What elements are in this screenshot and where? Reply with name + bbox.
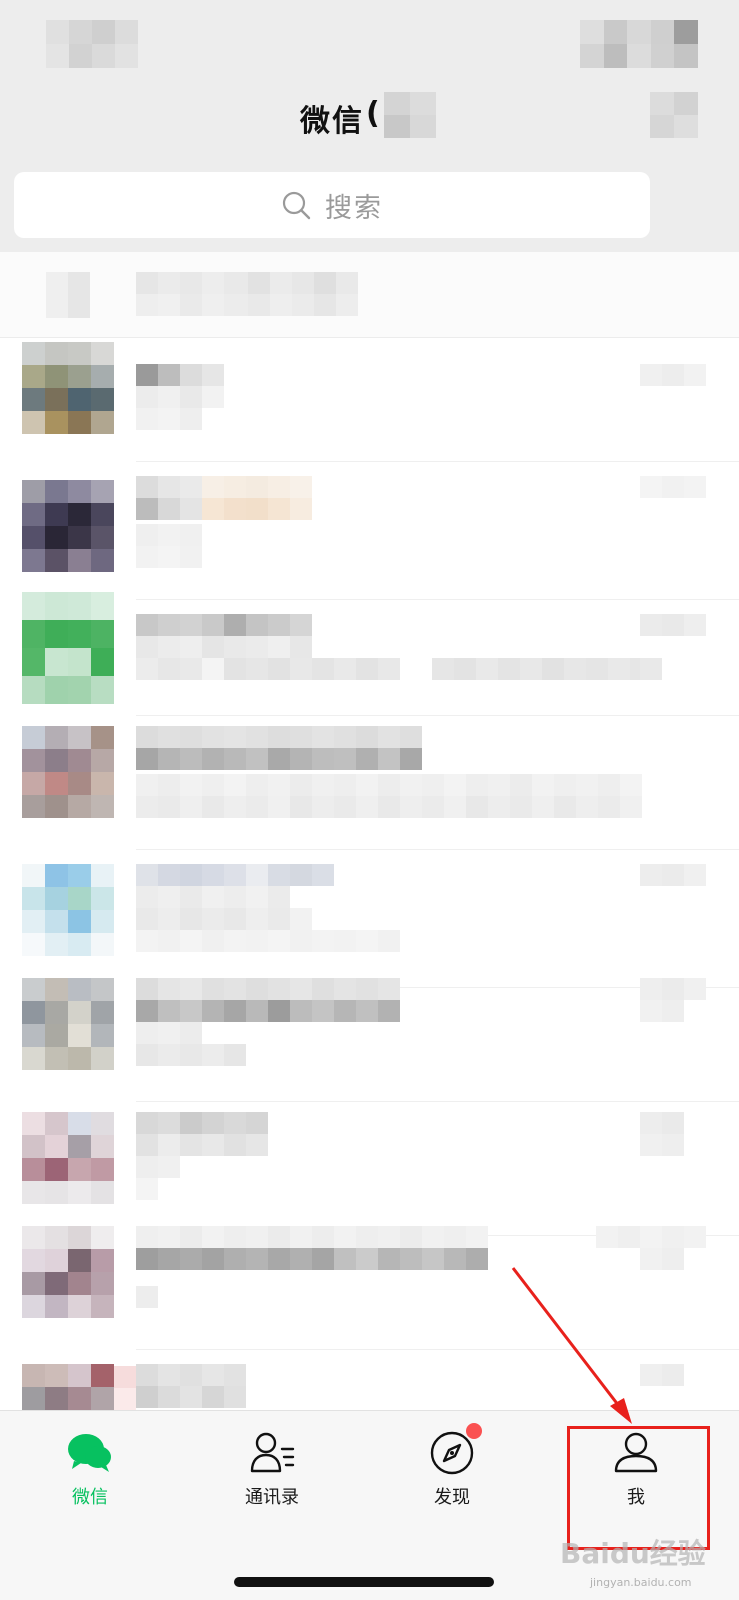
- chat-message-pixelated: [136, 1022, 202, 1044]
- tab-label: 微信: [72, 1487, 108, 1508]
- chat-message-pixelated-2: [136, 658, 400, 680]
- chat-bubbles-icon: [66, 1429, 114, 1477]
- chat-status-pixelated: [640, 1248, 684, 1270]
- row-divider: [136, 1101, 739, 1102]
- chat-time-pixelated: [640, 1364, 684, 1386]
- chat-message-pixelated: [136, 1156, 180, 1178]
- chat-name-pixelated: [136, 614, 312, 636]
- chat-message-pixelated: [136, 774, 642, 796]
- avatar-pixelated: [22, 1112, 114, 1204]
- chat-name-pixelated: [136, 1226, 488, 1248]
- chat-message-pixelated-3: [136, 930, 400, 952]
- row-divider: [136, 715, 739, 716]
- chat-name-pixelated-2: [136, 1248, 488, 1270]
- chat-message-pixelated-2: [136, 908, 312, 930]
- chat-message-pixelated-2: [136, 1178, 158, 1200]
- chat-name-pixelated-2: [136, 1000, 400, 1022]
- chat-status-pixelated: [640, 1000, 684, 1022]
- chat-name-pixelated: [136, 726, 422, 748]
- avatar-pixelated: [22, 480, 114, 572]
- pinned-banner-pixelated[interactable]: [0, 252, 739, 338]
- chat-row[interactable]: [0, 592, 739, 716]
- chat-time-pixelated: [640, 476, 706, 498]
- chat-name-pixelated-2: [136, 1134, 268, 1156]
- avatar-pixelated: [22, 864, 114, 956]
- chat-message-pixelated-2: [136, 1044, 246, 1066]
- chat-name-pixelated: [136, 476, 312, 498]
- chat-name-pixelated: [136, 1112, 268, 1134]
- chat-message-pixelated: [136, 886, 290, 908]
- header-area: 微信 ( 搜索: [0, 0, 739, 252]
- avatar-pixelated: [22, 1226, 114, 1318]
- chat-message-pixelated-2: [136, 546, 202, 568]
- title-count-pixelated: [384, 92, 446, 138]
- chat-unread-pixelated: [640, 658, 662, 680]
- baidu-watermark: Baidu经验: [560, 1537, 706, 1570]
- chat-row[interactable]: [0, 338, 739, 462]
- chat-row[interactable]: [0, 1226, 739, 1350]
- tab-discover[interactable]: 发现: [362, 1411, 542, 1531]
- chat-time-pixelated: [640, 978, 706, 1000]
- chat-message-pixelated-3: [432, 658, 652, 680]
- notification-dot: [466, 1423, 482, 1439]
- avatar-pixelated: [22, 726, 114, 818]
- row-divider: [136, 461, 739, 462]
- add-button-pixelated[interactable]: [650, 92, 698, 138]
- chat-row[interactable]: [0, 864, 739, 988]
- chat-name-pixelated-2: [136, 748, 422, 770]
- chat-row[interactable]: [0, 476, 739, 600]
- tab-contacts[interactable]: 通讯录: [182, 1411, 362, 1531]
- avatar-pixelated: [22, 592, 114, 704]
- baidu-watermark-url: jingyan.baidu.com: [590, 1576, 692, 1589]
- status-bar-left-pixelated: [46, 20, 138, 68]
- row-divider: [136, 849, 739, 850]
- search-placeholder: 搜索: [325, 192, 383, 224]
- banner-text-pixelated-2: [136, 294, 358, 316]
- chat-status-pixelated: [640, 1134, 684, 1156]
- chat-message-pixelated-2: [136, 796, 642, 818]
- chat-name-pixelated: [136, 864, 334, 886]
- banner-text-pixelated: [136, 272, 358, 294]
- chat-message-pixelated: [136, 386, 224, 408]
- tab-label: 发现: [434, 1487, 470, 1508]
- banner-icon-pixelated: [46, 272, 90, 318]
- chat-row[interactable]: [0, 978, 739, 1102]
- page-title-paren: (: [366, 96, 380, 131]
- chat-time-pixelated: [640, 364, 706, 386]
- chat-message-pixelated: [136, 636, 312, 658]
- row-divider: [136, 1349, 739, 1350]
- chat-message-pixelated-2: [136, 408, 202, 430]
- search-icon: [281, 190, 311, 220]
- chat-time-pixelated: [640, 1112, 684, 1134]
- chat-name-pixelated: [136, 364, 224, 386]
- page-title: 微信: [300, 104, 364, 139]
- tab-label: 通讯录: [245, 1487, 299, 1508]
- chat-name-pixelated: [136, 978, 400, 1000]
- chat-time-pixelated: [640, 614, 706, 636]
- chat-row[interactable]: [0, 1112, 739, 1236]
- home-indicator: [234, 1577, 494, 1587]
- chat-name-pixelated-2: [136, 498, 312, 520]
- chat-time-pixelated: [596, 1226, 706, 1248]
- chat-message-pixelated: [136, 1286, 158, 1308]
- tab-chats[interactable]: 微信: [0, 1411, 180, 1531]
- avatar-pixelated: [22, 978, 114, 1070]
- chat-time-pixelated: [640, 864, 706, 886]
- status-bar-right-pixelated: [580, 20, 698, 68]
- avatar-pixelated: [22, 342, 114, 434]
- contacts-icon: [248, 1429, 296, 1477]
- search-bar[interactable]: 搜索: [14, 172, 650, 238]
- chat-message-pixelated: [136, 524, 202, 546]
- chat-row[interactable]: [0, 726, 739, 850]
